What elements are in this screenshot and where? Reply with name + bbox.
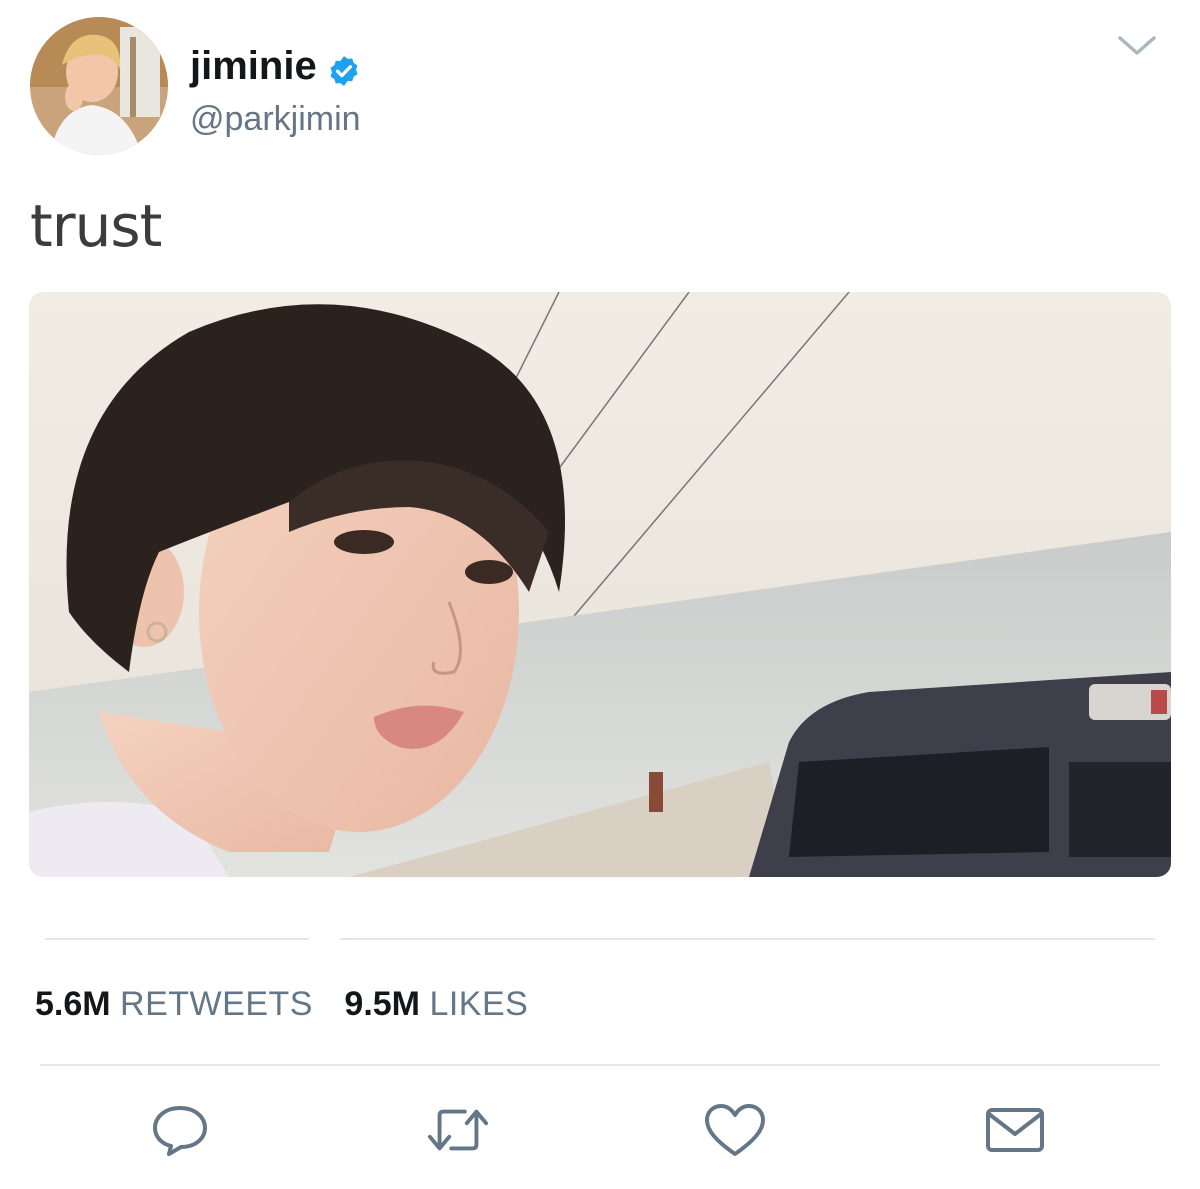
avatar[interactable] [30, 17, 168, 155]
avatar-image [30, 17, 168, 155]
reply-icon[interactable] [148, 1098, 212, 1162]
photo-image [29, 292, 1171, 877]
likes-stat[interactable]: 9.5M LIKES [344, 982, 528, 1026]
divider [40, 1064, 1160, 1066]
tweet-text: trust [30, 192, 162, 260]
divider [45, 938, 309, 940]
mail-icon[interactable] [983, 1098, 1047, 1162]
likes-label: LIKES [429, 985, 529, 1023]
retweets-stat[interactable]: 5.6M RETWEETS [35, 982, 313, 1026]
retweets-label: RETWEETS [120, 985, 313, 1023]
user-handle[interactable]: @parkjimin [190, 96, 361, 142]
retweet-icon[interactable] [426, 1098, 490, 1162]
likes-count: 9.5M [344, 985, 420, 1023]
display-name-row[interactable]: jiminie [190, 40, 361, 92]
chevron-down-icon[interactable] [1112, 28, 1162, 64]
tweet-photo[interactable] [29, 292, 1171, 877]
display-name: jiminie [190, 44, 317, 88]
retweets-count: 5.6M [35, 985, 111, 1023]
tweet-stats: 5.6M RETWEETS 9.5M LIKES [35, 982, 550, 1026]
heart-icon[interactable] [703, 1098, 767, 1162]
divider [340, 938, 1155, 940]
verified-badge-icon [327, 49, 361, 86]
